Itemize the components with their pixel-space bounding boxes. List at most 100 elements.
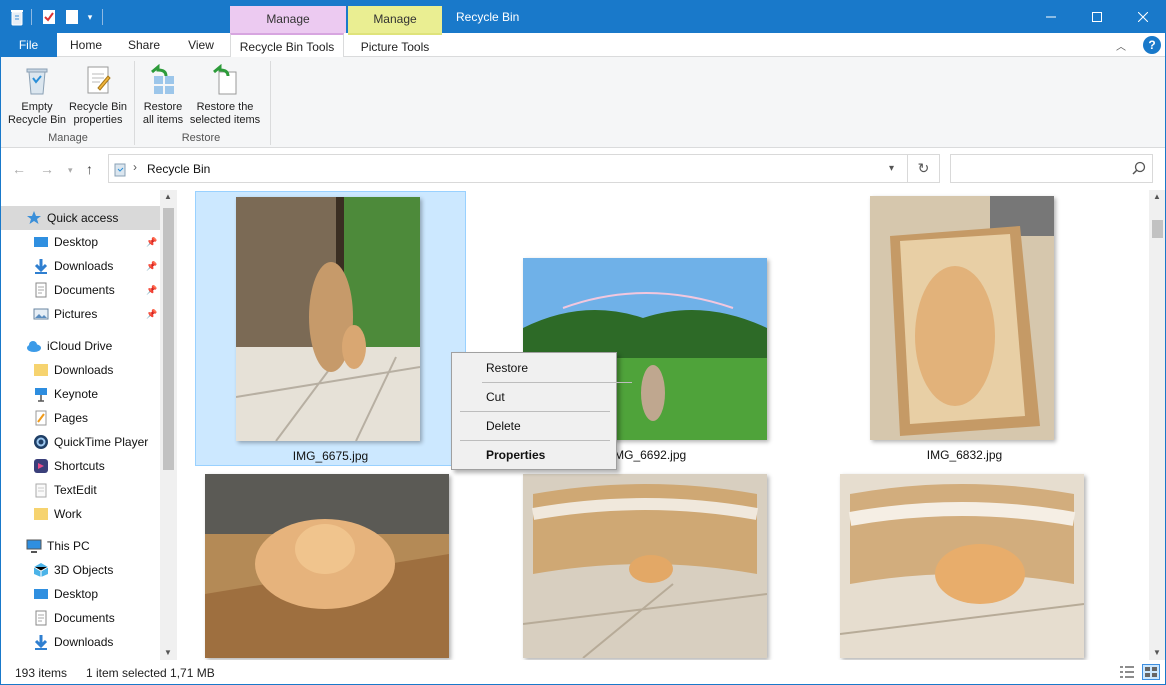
menu-divider (482, 382, 632, 383)
maximize-button[interactable] (1074, 0, 1120, 33)
pin-icon: 📌 (146, 284, 158, 295)
tab-recycle-bin-tools[interactable]: Recycle Bin Tools (230, 33, 344, 58)
scroll-down-arrow-icon[interactable]: ▼ (1153, 648, 1161, 657)
ribbon-group-manage: Manage (48, 132, 88, 144)
restore-all-label-line1: Restore (143, 101, 183, 113)
nav-pc-documents[interactable]: Documents (0, 606, 160, 630)
help-icon[interactable]: ? (1143, 36, 1161, 54)
photo-thumbnail (523, 474, 767, 658)
collapse-ribbon-chevron-icon[interactable]: ︿ (1116, 38, 1126, 53)
details-view-icon[interactable] (1119, 665, 1135, 679)
customize-toolbar-chevron-icon[interactable]: ▾ (84, 7, 96, 27)
nav-qa-desktop-label: Desktop (54, 235, 99, 249)
search-input[interactable] (950, 154, 1153, 183)
file-tile-img-6675[interactable]: IMG_6675.jpg (195, 191, 466, 466)
forward-arrow-icon[interactable]: → (40, 161, 54, 177)
recycle-bin-icon[interactable] (8, 7, 26, 27)
nav-qa-pictures-label: Pictures (54, 307, 98, 321)
recycle-bin-properties-label-line1: Recycle Bin (68, 101, 128, 113)
up-arrow-icon[interactable]: ↑ (86, 161, 93, 177)
scroll-up-arrow-icon[interactable]: ▲ (1153, 192, 1161, 201)
empty-recycle-bin-button[interactable]: Empty Recycle Bin (4, 63, 70, 127)
content-scrollbar[interactable] (1149, 190, 1166, 660)
context-menu-properties[interactable]: Properties (454, 443, 614, 467)
nav-quick-access[interactable]: Quick access (0, 206, 160, 230)
selection-info: 1 item selected 1,71 MB (86, 666, 215, 680)
scroll-up-arrow-icon[interactable]: ▲ (164, 192, 172, 201)
file-tile[interactable] (829, 472, 1100, 660)
empty-recycle-bin-label-line1: Empty (21, 101, 53, 113)
breadcrumb-recycle-bin[interactable]: Recycle Bin (147, 162, 210, 176)
nav-qa-desktop[interactable]: Desktop 📌 (0, 230, 160, 254)
nav-icloud-work[interactable]: Work (0, 502, 160, 526)
nav-this-pc[interactable]: This PC (0, 534, 160, 558)
pin-icon: 📌 (146, 236, 158, 247)
pictures-icon (33, 306, 49, 322)
folder-icon (33, 506, 49, 522)
nav-icloud-quicktime-label: QuickTime Player (54, 435, 149, 449)
navigation-pane: Quick access Desktop 📌 Downloads 📌 Docum… (0, 190, 177, 660)
nav-icloud-drive[interactable]: iCloud Drive (0, 334, 160, 358)
nav-pc-3d-objects[interactable]: 3D Objects (0, 558, 160, 582)
tab-file[interactable]: File (0, 33, 57, 57)
restore-selected-label-line2: selected items (189, 114, 261, 126)
ribbon-panel: Empty Recycle Bin Recycle Bin properties… (0, 57, 1166, 148)
nav-icloud-downloads[interactable]: Downloads (0, 358, 160, 382)
nav-scrollbar-thumb[interactable] (163, 208, 174, 470)
nav-qa-downloads[interactable]: Downloads 📌 (0, 254, 160, 278)
tab-share[interactable]: Share (115, 33, 173, 57)
nav-pc-desktop[interactable]: Desktop (0, 582, 160, 606)
breadcrumb-chevron-icon[interactable]: › (133, 160, 137, 174)
nav-icloud-keynote[interactable]: Keynote (0, 382, 160, 406)
new-folder-icon[interactable] (64, 7, 80, 27)
quicktime-icon (33, 434, 49, 450)
tab-home[interactable]: Home (57, 33, 115, 57)
cube-icon (33, 562, 49, 578)
nav-icloud-shortcuts[interactable]: Shortcuts (0, 454, 160, 478)
content-scrollbar-thumb[interactable] (1152, 220, 1163, 238)
nav-icloud-keynote-label: Keynote (54, 387, 99, 401)
context-menu-delete[interactable]: Delete (454, 414, 614, 438)
recent-locations-chevron-icon[interactable]: ▾ (68, 165, 73, 176)
photo-thumbnail (236, 197, 420, 441)
minimize-button[interactable] (1028, 0, 1074, 33)
nav-icloud-quicktime[interactable]: QuickTime Player (0, 430, 160, 454)
nav-qa-documents[interactable]: Documents 📌 (0, 278, 160, 302)
address-dropdown-chevron-icon[interactable]: ▾ (889, 163, 894, 174)
nav-icloud-textedit[interactable]: TextEdit (0, 478, 160, 502)
file-tile[interactable] (513, 472, 784, 660)
file-tile[interactable] (195, 472, 466, 660)
tab-view[interactable]: View (173, 33, 229, 57)
context-tab-manage-recycle: Manage (230, 6, 346, 33)
recycle-bin-properties-button[interactable]: Recycle Bin properties (66, 63, 130, 127)
ribbon-group-restore: Restore (181, 132, 221, 144)
nav-icloud-pages[interactable]: Pages (0, 406, 160, 430)
restore-all-items-button[interactable]: Restore all items (138, 63, 188, 127)
address-row: ← → ▾ ↑ › Recycle Bin ▾ ↻ (0, 149, 1166, 189)
scroll-down-arrow-icon[interactable]: ▼ (164, 648, 172, 657)
empty-recycle-bin-label-line2: Recycle Bin (7, 114, 67, 126)
nav-icloud-textedit-label: TextEdit (54, 483, 97, 497)
window-title: Recycle Bin (456, 10, 520, 24)
download-arrow-icon (33, 634, 49, 650)
context-menu-restore[interactable]: Restore (454, 356, 614, 380)
nav-qa-pictures[interactable]: Pictures 📌 (0, 302, 160, 326)
nav-this-pc-label: This PC (47, 539, 90, 553)
close-button[interactable] (1120, 0, 1166, 33)
file-view: IMG_6675.jpg IMG_6692.jpg IMG_6832.jpg (177, 190, 1149, 660)
file-name-label: IMG_6675.jpg (292, 449, 369, 463)
properties-icon[interactable] (41, 7, 57, 27)
ribbon-group-divider (134, 61, 135, 145)
large-icons-view-icon[interactable] (1142, 664, 1160, 680)
context-menu-cut[interactable]: Cut (454, 385, 614, 409)
computer-icon (26, 538, 42, 554)
refresh-button[interactable]: ↻ (908, 154, 940, 183)
nav-pc-downloads[interactable]: Downloads (0, 630, 160, 654)
file-name-label: IMG_6832.jpg (926, 448, 1003, 462)
tab-picture-tools[interactable]: Picture Tools (348, 33, 442, 57)
file-tile-img-6832[interactable]: IMG_6832.jpg (829, 191, 1100, 466)
back-arrow-icon[interactable]: ← (12, 161, 26, 177)
search-icon (1132, 161, 1146, 175)
address-bar[interactable]: › Recycle Bin ▾ (108, 154, 908, 183)
restore-selected-items-button[interactable]: Restore the selected items (186, 63, 264, 127)
